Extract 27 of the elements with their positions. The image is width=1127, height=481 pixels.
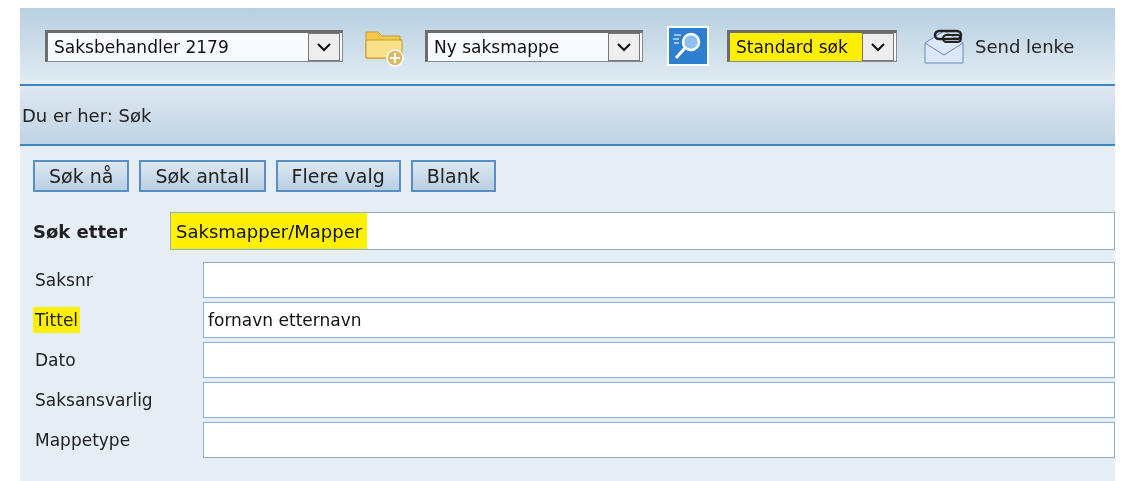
dropdown-caret-icon — [871, 42, 885, 52]
input-field[interactable] — [203, 382, 1115, 418]
dropdown-caret-icon — [317, 42, 331, 52]
input-field[interactable]: fornavn etternavn — [203, 302, 1115, 338]
breadcrumb: Du er her: Søk — [22, 104, 152, 126]
field-label: Mappetype — [34, 429, 132, 452]
field-label: Dato — [34, 349, 77, 372]
dropdown-select[interactable]: Ny saksmappe — [425, 30, 643, 62]
search-type-field[interactable]: Saksmapper/Mapper — [170, 212, 1115, 250]
field-label: Saksansvarlig — [34, 389, 154, 412]
field-value: Saksmapper/Mapper — [171, 213, 368, 249]
send-link-label[interactable]: Send lenke — [975, 35, 1075, 57]
dropdown-select[interactable]: Saksbehandler 2179 — [45, 30, 343, 62]
search-icon[interactable] — [667, 26, 709, 66]
field-label: Tittel — [33, 307, 81, 333]
input-field[interactable] — [203, 342, 1115, 378]
toolbar-button[interactable]: Søk nå — [33, 160, 130, 192]
toolbar-button[interactable]: Flere valg — [275, 160, 401, 192]
toolbar-button[interactable]: Søk antall — [139, 160, 266, 192]
dropdown-select[interactable]: Standard søk — [727, 30, 897, 62]
dropdown-caret-icon — [617, 42, 631, 52]
input-field[interactable] — [203, 262, 1115, 298]
field-label: Søk etter — [33, 220, 129, 242]
envelope-link-icon[interactable] — [923, 27, 965, 65]
input-field[interactable] — [203, 422, 1115, 458]
toolbar-button[interactable]: Blank — [410, 160, 496, 192]
field-label: Saksnr — [34, 269, 94, 292]
